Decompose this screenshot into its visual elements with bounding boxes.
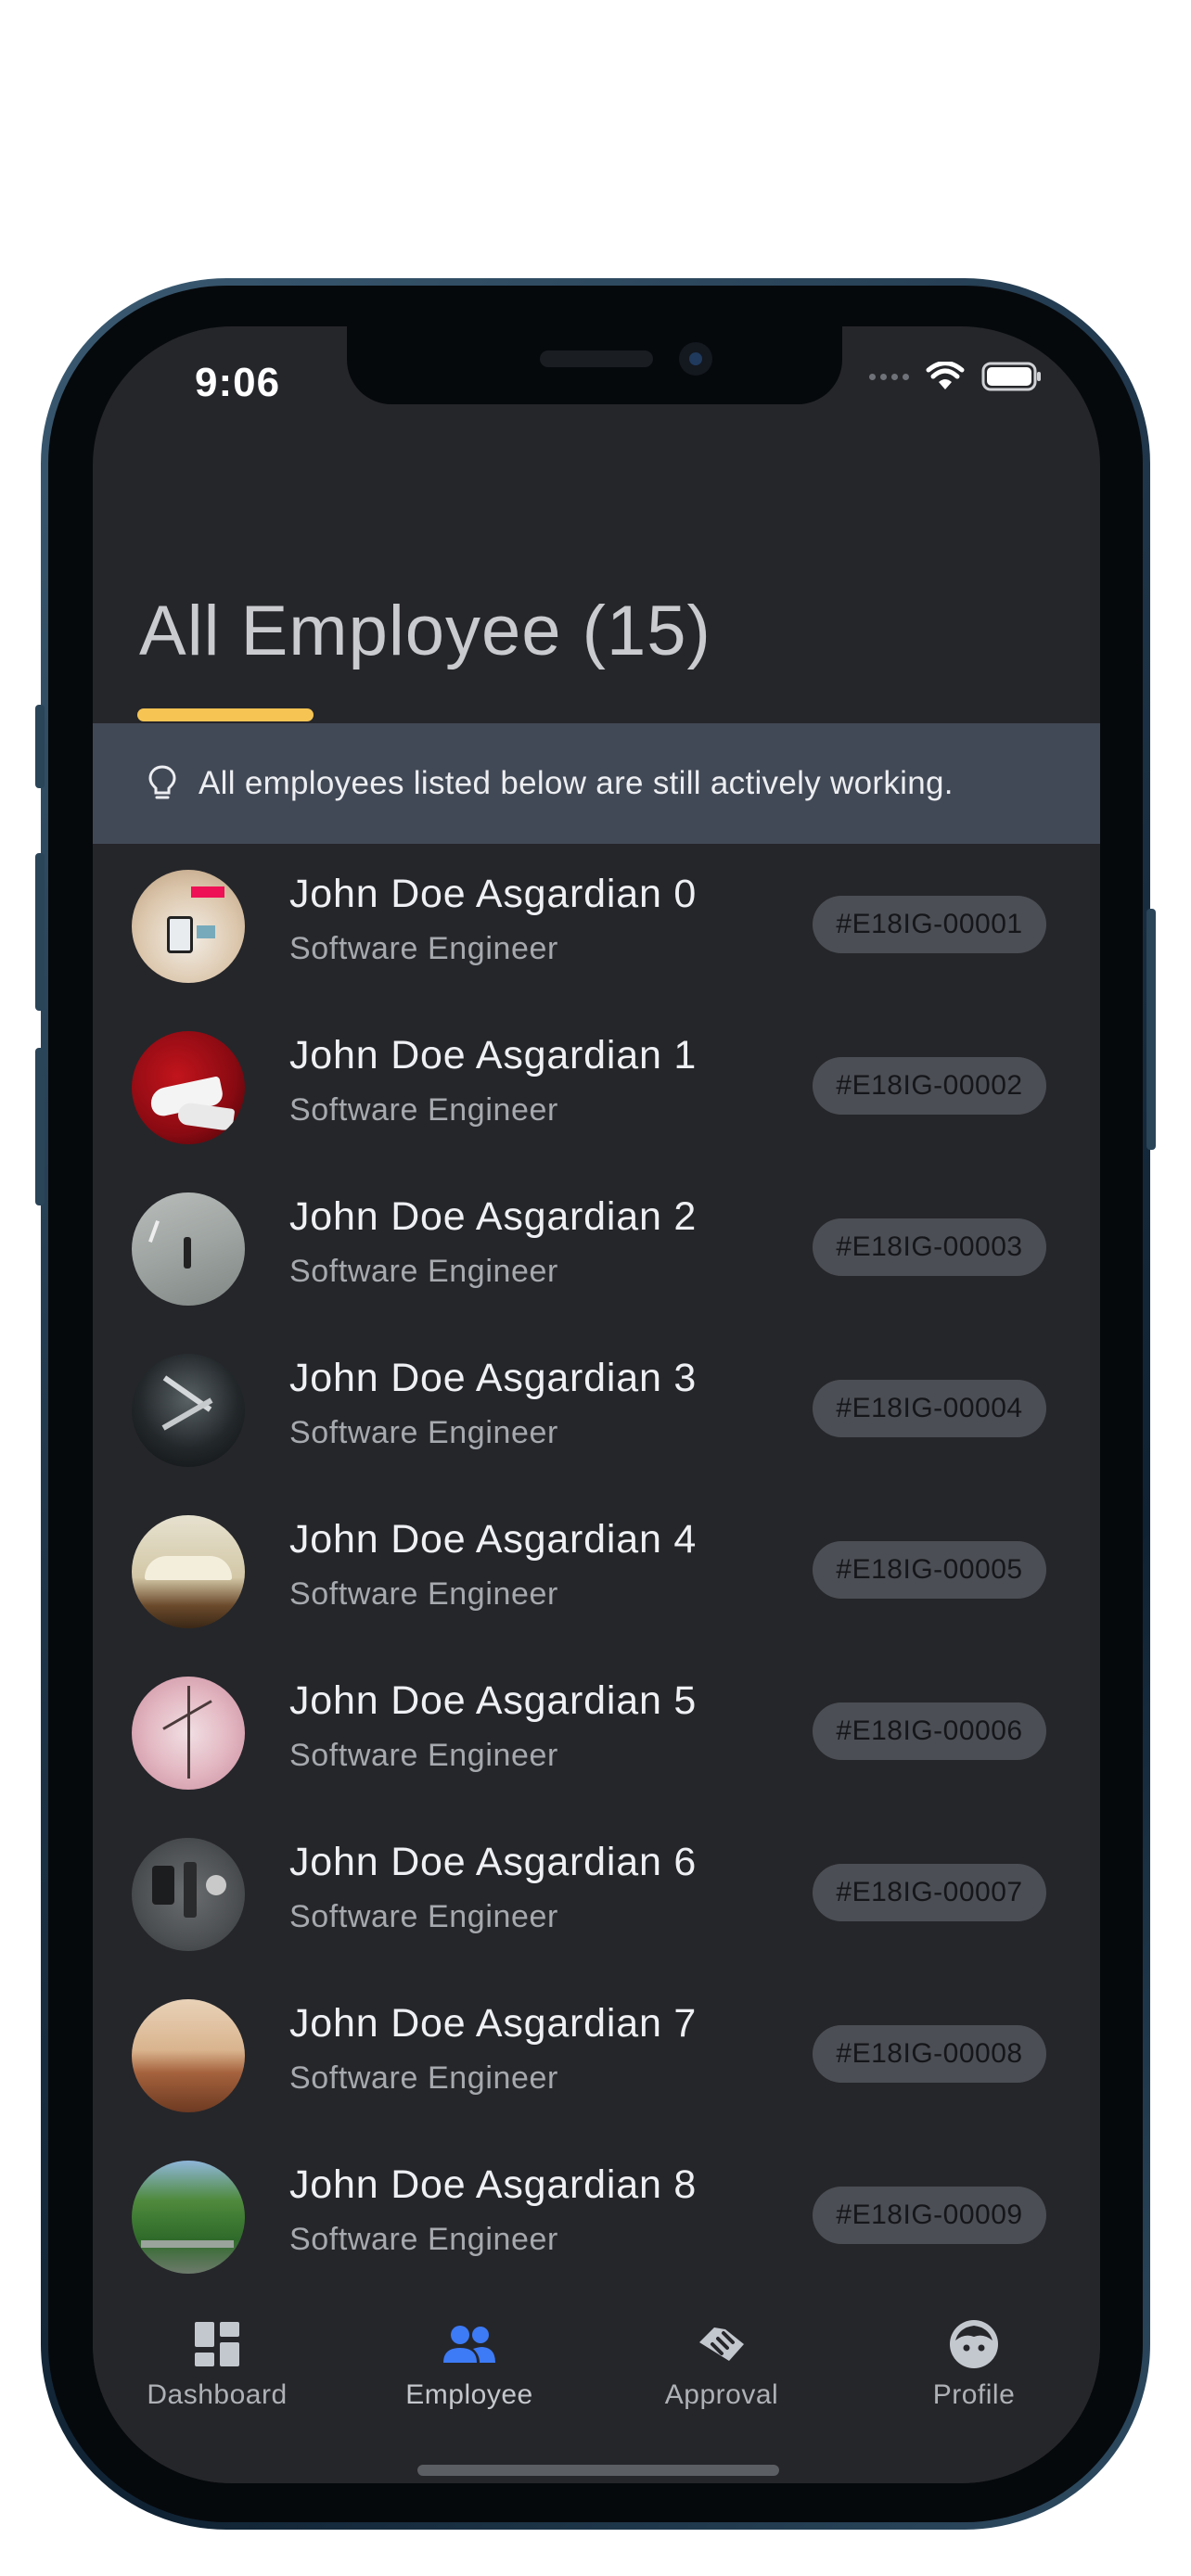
employee-id-badge: #E18IG-00002 (813, 1057, 1046, 1115)
employee-id-badge: #E18IG-00009 (813, 2187, 1046, 2244)
employee-name: John Doe Asgardian 5 (289, 1678, 698, 1723)
avatar (132, 1999, 245, 2112)
employee-id-badge: #E18IG-00006 (813, 1702, 1046, 1760)
avatar (132, 1192, 245, 1306)
employee-list: John Doe Asgardian 0 Software Engineer #… (93, 864, 1100, 2316)
list-item[interactable]: John Doe Asgardian 0 Software Engineer #… (93, 864, 1100, 1026)
wifi-icon (926, 362, 965, 389)
cellular-signal-icon (869, 373, 909, 380)
avatar (132, 1354, 245, 1467)
employee-name: John Doe Asgardian 2 (289, 1194, 698, 1239)
list-item[interactable]: John Doe Asgardian 4 Software Engineer #… (93, 1510, 1100, 1671)
bottom-navigation: Dashboard Employee Approval Profile (93, 2307, 1100, 2483)
nav-label: Dashboard (147, 2379, 288, 2410)
lightbulb-icon (148, 765, 176, 799)
employee-id-badge: #E18IG-00007 (813, 1864, 1046, 1921)
list-item[interactable]: John Doe Asgardian 8 Software Engineer #… (93, 2155, 1100, 2316)
page-title: All Employee (15) (139, 592, 711, 670)
employee-role: Software Engineer (289, 1738, 558, 1773)
nav-label: Employee (405, 2379, 533, 2410)
avatar (132, 1838, 245, 1951)
list-item[interactable]: John Doe Asgardian 7 Software Engineer #… (93, 1994, 1100, 2155)
list-item[interactable]: John Doe Asgardian 1 Software Engineer #… (93, 1026, 1100, 1187)
notice-text: All employees listed below are still act… (198, 765, 954, 801)
employee-name: John Doe Asgardian 4 (289, 1517, 698, 1562)
nav-employee[interactable]: Employee (358, 2316, 581, 2411)
battery-icon (981, 362, 1041, 391)
nav-label: Approval (664, 2379, 779, 2410)
avatar (132, 1677, 245, 1790)
nav-label: Profile (932, 2379, 1016, 2410)
status-time: 9:06 (195, 360, 281, 405)
list-item[interactable]: John Doe Asgardian 6 Software Engineer #… (93, 1832, 1100, 1994)
list-item[interactable]: John Doe Asgardian 3 Software Engineer #… (93, 1348, 1100, 1510)
home-indicator (417, 2465, 779, 2476)
employee-name: John Doe Asgardian 3 (289, 1356, 698, 1400)
app-screen: 9:06 All Employee (15) All employees lis… (93, 326, 1100, 2483)
employee-role: Software Engineer (289, 1254, 558, 1289)
dashboard-icon (195, 2322, 239, 2366)
speaker-grille (540, 351, 653, 367)
employee-role: Software Engineer (289, 1092, 558, 1128)
employee-name: John Doe Asgardian 8 (289, 2162, 698, 2207)
avatar (132, 1031, 245, 1144)
notice-banner: All employees listed below are still act… (93, 723, 1100, 844)
nav-dashboard[interactable]: Dashboard (106, 2316, 328, 2411)
volume-down-button (35, 1048, 45, 1205)
employee-id-badge: #E18IG-00008 (813, 2025, 1046, 2083)
list-item[interactable]: John Doe Asgardian 2 Software Engineer #… (93, 1187, 1100, 1348)
nav-profile[interactable]: Profile (863, 2316, 1085, 2411)
employee-name: John Doe Asgardian 6 (289, 1840, 698, 1884)
notch (347, 326, 842, 404)
handshake-icon (699, 2327, 744, 2361)
employee-id-badge: #E18IG-00003 (813, 1218, 1046, 1276)
employee-name: John Doe Asgardian 7 (289, 2001, 698, 2046)
face-icon (950, 2320, 998, 2368)
avatar (132, 1515, 245, 1628)
employee-id-badge: #E18IG-00004 (813, 1380, 1046, 1437)
employee-name: John Doe Asgardian 1 (289, 1033, 698, 1078)
employee-role: Software Engineer (289, 2222, 558, 2257)
avatar (132, 870, 245, 983)
employee-name: John Doe Asgardian 0 (289, 872, 698, 916)
employee-role: Software Engineer (289, 1415, 558, 1450)
employee-id-badge: #E18IG-00001 (813, 896, 1046, 953)
employee-role: Software Engineer (289, 1576, 558, 1612)
volume-up-button (35, 853, 45, 1011)
nav-approval[interactable]: Approval (610, 2316, 833, 2411)
employee-role: Software Engineer (289, 1899, 558, 1934)
avatar (132, 2161, 245, 2274)
status-icons (869, 362, 1043, 391)
employee-id-badge: #E18IG-00005 (813, 1541, 1046, 1599)
list-item[interactable]: John Doe Asgardian 5 Software Engineer #… (93, 1671, 1100, 1832)
people-icon (443, 2326, 495, 2363)
silent-switch (35, 705, 45, 788)
employee-role: Software Engineer (289, 931, 558, 966)
title-underline (137, 708, 314, 721)
employee-role: Software Engineer (289, 2060, 558, 2096)
front-camera (679, 342, 712, 376)
power-button (1146, 909, 1156, 1150)
